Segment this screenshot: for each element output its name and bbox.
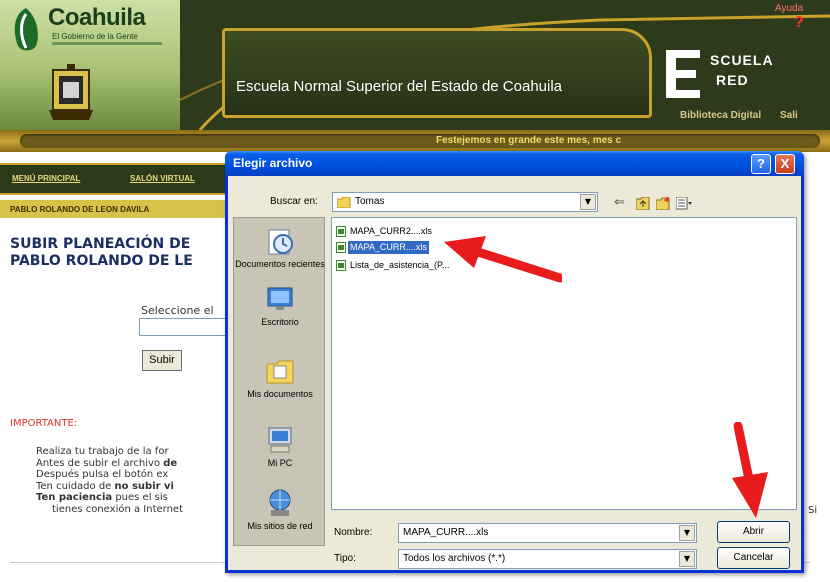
instruction-item: Después pulsa el botón ex bbox=[36, 469, 246, 481]
logo-underline bbox=[52, 42, 162, 45]
instruction-continuation: tienes conexión a Internet bbox=[52, 504, 184, 515]
dialog-help-button[interactable]: ? bbox=[751, 154, 771, 174]
place-label: Escritorio bbox=[261, 317, 299, 327]
excel-file-icon bbox=[336, 241, 346, 253]
instruction-item: Antes de subir el archivo de bbox=[36, 458, 246, 470]
ticker-track bbox=[20, 134, 820, 148]
instruction-text: pues el sis bbox=[112, 492, 168, 503]
help-link[interactable]: Ayuda bbox=[775, 3, 803, 14]
logo-title: Coahuila bbox=[48, 4, 146, 31]
filetype-select[interactable]: Todos los archivos (*.*) ▼ bbox=[398, 549, 697, 569]
coahuila-leaf-icon bbox=[14, 8, 38, 51]
en-logo-line1: SCUELA bbox=[710, 52, 774, 68]
excel-file-icon bbox=[336, 225, 346, 237]
user-name: PABLO ROLANDO DE LEON DAVILA bbox=[10, 205, 150, 214]
instruction-text: Realiza tu trabajo de la for bbox=[36, 446, 169, 457]
places-bar: Documentos recientes Escritorio Mis docu… bbox=[233, 217, 325, 546]
instruction-bold: no subir vi bbox=[114, 480, 175, 492]
my-documents-icon bbox=[266, 360, 294, 384]
instruction-text: Antes de subir el archivo bbox=[36, 457, 164, 469]
place-label: Mis documentos bbox=[247, 389, 313, 399]
place-recent-documents[interactable]: Documentos recientes bbox=[234, 226, 326, 269]
help-icon[interactable]: ? bbox=[794, 14, 804, 32]
filename-label: Nombre: bbox=[334, 527, 373, 538]
recent-documents-icon bbox=[268, 229, 293, 255]
nav-salon-virtual[interactable]: SALÓN VIRTUAL bbox=[130, 174, 195, 183]
select-file-label: Seleccione el bbox=[141, 304, 214, 317]
nav-menu-principal[interactable]: MENÚ PRINCIPAL bbox=[12, 174, 80, 183]
upload-file-input[interactable] bbox=[139, 318, 239, 336]
open-button[interactable]: Abrir bbox=[717, 521, 790, 543]
view-menu-icon[interactable] bbox=[676, 197, 692, 210]
instruction-bold: Ten paciencia bbox=[36, 492, 113, 503]
dialog-close-button[interactable]: X bbox=[775, 154, 795, 174]
biblioteca-link[interactable]: Biblioteca Digital bbox=[680, 110, 761, 121]
instruction-item: Ten cuidado de no subir vi bbox=[36, 481, 246, 493]
en-logo-line2: RED bbox=[716, 72, 749, 88]
header-title-panel bbox=[222, 28, 652, 118]
filename-input[interactable]: MAPA_CURR....xls ▼ bbox=[398, 523, 697, 543]
trailing-text: Si bbox=[808, 505, 818, 516]
screenshot-root: Coahuila El Gobierno de la Gente Escuela… bbox=[0, 0, 830, 582]
ticker-text: Festejemos en grande este mes, mes c bbox=[436, 135, 622, 146]
desktop-icon bbox=[267, 287, 293, 310]
logo-subtitle: El Gobierno de la Gente bbox=[52, 32, 138, 41]
place-my-documents[interactable]: Mis documentos bbox=[234, 356, 326, 399]
annotation-arrow-icon bbox=[732, 422, 768, 518]
filetype-label: Tipo: bbox=[334, 553, 356, 564]
place-my-computer[interactable]: Mi PC bbox=[234, 425, 326, 468]
upload-button[interactable]: Subir bbox=[142, 350, 182, 371]
announcement-ticker bbox=[0, 130, 830, 152]
file-item[interactable]: MAPA_CURR2....xls bbox=[336, 224, 434, 238]
instructions-list: Realiza tu trabajo de la for Antes de su… bbox=[36, 446, 246, 504]
file-name: MAPA_CURR2....xls bbox=[350, 225, 432, 236]
filename-value: MAPA_CURR....xls bbox=[403, 527, 489, 538]
network-places-icon bbox=[269, 489, 291, 516]
look-in-label: Buscar en: bbox=[270, 196, 318, 207]
filetype-value: Todos los archivos (*.*) bbox=[403, 553, 506, 564]
instruction-bold: de bbox=[163, 457, 178, 469]
page-heading-line2: PABLO ROLANDO DE LE bbox=[10, 253, 193, 269]
file-item-selected[interactable]: MAPA_CURR....xls bbox=[336, 240, 429, 254]
up-folder-icon[interactable] bbox=[636, 197, 650, 210]
folder-icon bbox=[337, 197, 351, 208]
place-label: Mi PC bbox=[267, 458, 293, 468]
salir-link[interactable]: Sali bbox=[780, 110, 798, 121]
my-computer-icon bbox=[268, 427, 292, 453]
page-heading-line1: SUBIR PLANEACIÓN DE bbox=[10, 236, 191, 252]
file-name: Lista_de_asistencia_(P... bbox=[350, 259, 450, 270]
file-name: MAPA_CURR....xls bbox=[348, 240, 429, 254]
look-in-value: Tomas bbox=[355, 196, 385, 207]
dialog-titlebar[interactable]: Elegir archivo ? X bbox=[225, 151, 804, 176]
instruction-text: Después pulsa el botón ex bbox=[36, 469, 169, 480]
annotation-arrow-icon bbox=[444, 236, 562, 283]
cancel-button[interactable]: Cancelar bbox=[717, 547, 790, 569]
site-title: Escuela Normal Superior del Estado de Co… bbox=[236, 78, 563, 95]
place-network[interactable]: Mis sitios de red bbox=[234, 488, 326, 531]
dialog-title: Elegir archivo bbox=[233, 156, 313, 170]
chevron-down-icon[interactable]: ▼ bbox=[580, 194, 596, 210]
instruction-item: Realiza tu trabajo de la for bbox=[36, 446, 246, 458]
place-desktop[interactable]: Escritorio bbox=[234, 284, 326, 327]
place-label: Documentos recientes bbox=[235, 259, 325, 269]
site-header: Coahuila El Gobierno de la Gente Escuela… bbox=[0, 0, 830, 130]
important-label: IMPORTANTE: bbox=[10, 418, 78, 429]
chevron-down-icon[interactable]: ▼ bbox=[679, 525, 695, 541]
school-shield-icon bbox=[49, 64, 93, 120]
instruction-item: Ten paciencia pues el sis bbox=[36, 492, 246, 504]
look-in-select[interactable]: Tomas ▼ bbox=[332, 192, 598, 212]
back-arrow-icon[interactable]: ⇐ bbox=[614, 195, 625, 210]
instruction-text: Ten cuidado de bbox=[36, 480, 115, 492]
file-item[interactable]: Lista_de_asistencia_(P... bbox=[336, 258, 451, 272]
place-label: Mis sitios de red bbox=[247, 521, 313, 531]
chevron-down-icon[interactable]: ▼ bbox=[679, 551, 695, 567]
excel-file-icon bbox=[336, 259, 346, 271]
new-folder-icon[interactable] bbox=[656, 197, 670, 210]
